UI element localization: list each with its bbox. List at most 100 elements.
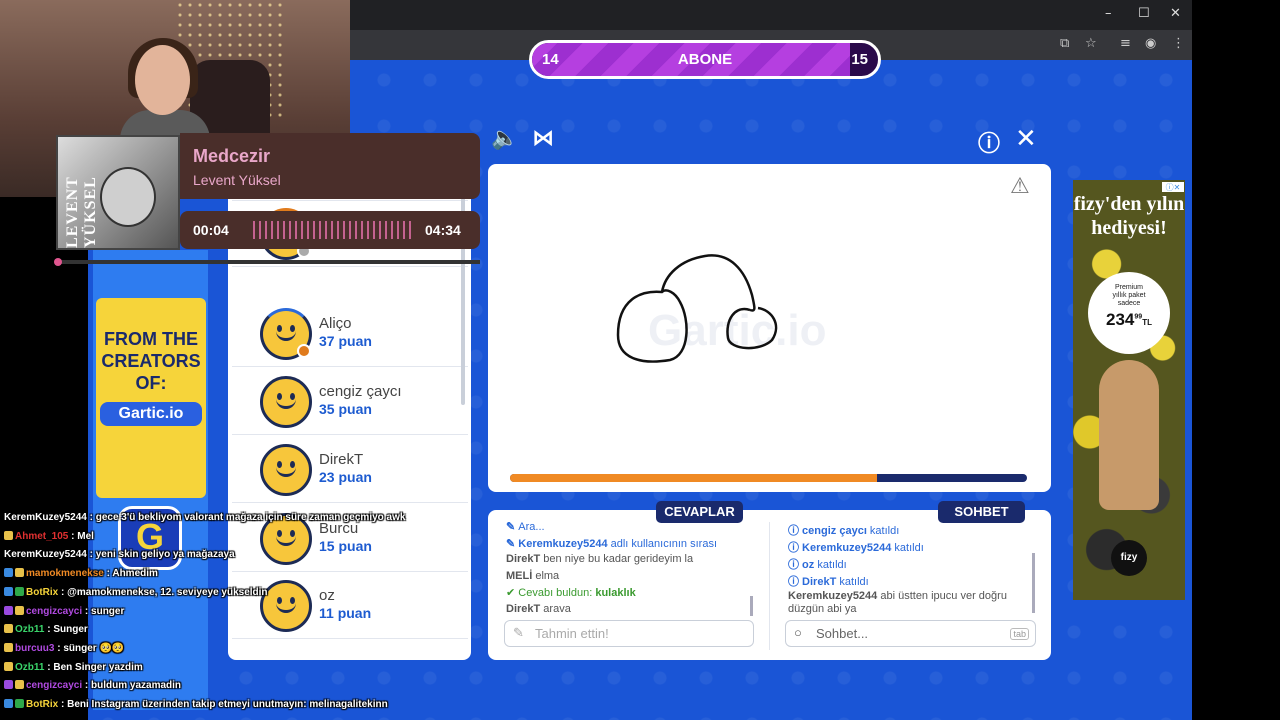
fizy-price-value: 234 (1106, 310, 1135, 329)
fizy-ad[interactable]: fizy'den yılın hediyesi! Premium yıllık … (1073, 180, 1185, 600)
share-icon[interactable]: ⋈ (532, 126, 554, 151)
answer-text: Ara... (518, 521, 545, 533)
avatar-face (276, 603, 296, 613)
song-artist: Levent Yüksel (193, 172, 281, 188)
stream-chat-line: cengizcayci : buldum yazamadin (4, 680, 181, 691)
avatar-face (276, 467, 296, 477)
sound-icon[interactable]: 🔈 (491, 126, 518, 151)
answer-user: DirekT (506, 602, 541, 615)
answers-scrollbar[interactable] (750, 596, 753, 616)
chat-badge-icon (4, 624, 13, 634)
elapsed-time: 00:04 (193, 222, 229, 238)
player-score: 37 puan (319, 333, 372, 349)
chat-badge-icon (4, 642, 13, 652)
answer-text: elma (532, 569, 560, 582)
menu-icon[interactable]: ⋮ (1172, 36, 1185, 51)
answer-line: ✎ Ara... (506, 520, 545, 533)
fizy-price-badge: Premium yıllık paket sadece 23499TL (1088, 272, 1170, 354)
player-score: 23 puan (319, 469, 372, 485)
streamer-face (135, 45, 190, 115)
fizy-price: 23499TL (1088, 310, 1170, 330)
maximize-icon[interactable]: ☐ (1138, 6, 1150, 21)
tab-chat[interactable]: SOHBET (938, 501, 1025, 523)
answer-line: DirekT arava (506, 603, 571, 615)
player-score: 11 puan (319, 605, 372, 621)
stream-chat-user: cengizcayci (26, 680, 85, 692)
answer-line: DirekT ben niye bu kadar gerideyim la (506, 553, 693, 565)
answer-text: kulaklık (595, 587, 636, 599)
chat-search-icon: ○ (794, 625, 802, 640)
cast-icon[interactable]: ⧉ (1060, 36, 1069, 51)
stream-chat-user: BotRix (26, 586, 61, 598)
ad-choices-icon[interactable]: ⓘ✕ (1162, 182, 1184, 192)
player-name: DirekT (319, 451, 364, 468)
stream-chat-text: : Sunger (47, 624, 88, 636)
player-status-dot (297, 344, 311, 358)
ad-person-image (1099, 360, 1159, 510)
creators-ad[interactable]: FROM THE CREATORS OF: Gartic.io (96, 298, 206, 498)
round-timer-fill (510, 474, 878, 482)
join-user: ⓘ Keremkuzey5244 (788, 542, 892, 554)
panel-divider (769, 522, 770, 650)
waveform (253, 221, 413, 239)
chat-message: Keremkuzey5244 abi üstten ipucu ver doğr… (788, 590, 1007, 602)
join-user: ⓘ cengiz çaycı (788, 525, 867, 537)
stream-chat-user: KeremKuzey5244 (4, 549, 90, 561)
goal-target: 15 (851, 51, 868, 68)
close-window-icon[interactable]: ✕ (1170, 6, 1181, 21)
stream-chat-line: cengizcayci : sunger (4, 605, 125, 617)
report-warning-icon[interactable]: ⚠ (1010, 174, 1030, 199)
profile-icon[interactable]: ◉ (1145, 36, 1156, 51)
fizy-premium-text: Premium (1114, 284, 1143, 291)
stream-chat-text: : Ahmedim (106, 568, 158, 580)
round-timer (510, 474, 1027, 482)
chat-badge-icon (4, 661, 13, 671)
stream-chat-line: Ozb11 : Ben Singer yazdim (4, 661, 143, 673)
chat-input[interactable]: ○ Sohbet... tab (785, 620, 1036, 647)
join-line: ⓘ DirekT katıldı (788, 573, 869, 589)
answer-line: ✎ Keremkuzey5244 adlı kullanıcının sıras… (506, 537, 717, 550)
player-list-scrollbar[interactable] (461, 175, 465, 405)
total-time: 04:34 (425, 222, 461, 238)
minimize-icon[interactable]: – (1105, 6, 1112, 21)
stream-chat-user: BotRix (26, 699, 61, 710)
drawing-sketch (616, 254, 778, 363)
player-row[interactable]: cengiz çaycı 35 puan (232, 369, 468, 435)
chat-scrollbar[interactable] (1032, 553, 1035, 613)
chat-badge-icon (4, 586, 13, 596)
answer-line: ✔ Cevabı buldun: kulaklık (506, 586, 636, 599)
media-icon[interactable]: ≡ (1120, 36, 1131, 51)
stream-chat-text: : yeni skin geliyo ya mağazaya (89, 549, 235, 561)
answers-list: ✎ Ara... ✎ Keremkuzey5244 adlı kullanıcın… (506, 520, 756, 618)
chat-badge-icon (4, 568, 13, 578)
player-row[interactable]: oz 11 puan (232, 573, 468, 639)
fizy-only-text: sadece (1117, 300, 1141, 307)
info-icon[interactable]: ⓘ (978, 126, 1000, 158)
tab-key-hint: tab (1010, 628, 1029, 640)
stream-chat-line: Ozb11 : Sunger (4, 624, 88, 635)
answer-user: MELİ (506, 569, 533, 582)
guess-input[interactable]: ✎ Tahmin ettin! (504, 620, 754, 647)
stream-chat-text: : sunger (84, 605, 125, 617)
answer-user: ✔ Cevabı buldun: (506, 587, 596, 599)
star-icon[interactable]: ☆ (1085, 36, 1097, 51)
answer-text: adlı kullanıcının sırası (607, 537, 718, 550)
gartic-logo: Gartic.io (100, 402, 202, 426)
player-avatar (260, 444, 312, 496)
player-row[interactable]: Aliço 37 puan (232, 301, 468, 367)
chat-badge-icon (15, 680, 24, 690)
player-row[interactable]: DirekT 23 puan (232, 437, 468, 503)
fizy-package-text: yıllık paket (1112, 292, 1146, 299)
stream-chat-line: BotRix : Beni Instagram üzerinden takip … (4, 699, 388, 710)
stream-chat-line: KeremKuzey5244 : yeni skin geliyo ya mağ… (4, 549, 235, 560)
chat-message-cont: düzgün abi ya (788, 603, 857, 615)
join-line: ⓘ Keremkuzey5244 katıldı (788, 539, 924, 555)
avatar-face (276, 536, 296, 546)
stream-chat-user: burcuu3 (15, 642, 58, 654)
stream-chat-text: : gece 3'ü bekliyom valorant mağaza için… (89, 512, 406, 523)
stream-chat-user: KeremKuzey5244 (4, 512, 90, 523)
creators-text: FROM THE CREATORS OF: (101, 329, 201, 393)
album-cover: LEVENT YÜKSEL (56, 135, 180, 250)
player-avatar (260, 376, 312, 428)
close-icon[interactable]: ✕ (1015, 124, 1037, 154)
